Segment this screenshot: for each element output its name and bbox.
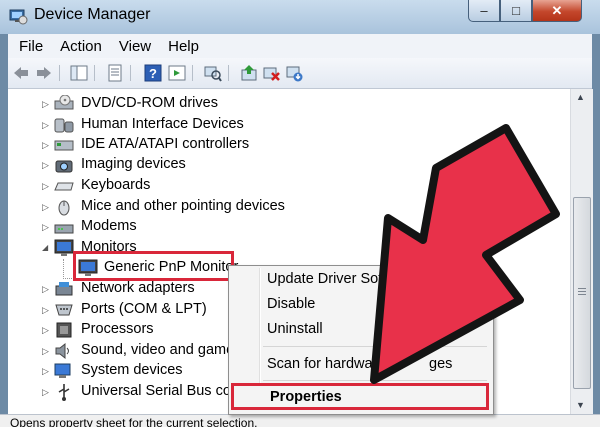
scrollbar-thumb[interactable] bbox=[573, 197, 591, 389]
vertical-scrollbar[interactable]: ▲ ▼ bbox=[570, 89, 593, 414]
tree-item-mice[interactable]: ▷ Mice and other pointing devices bbox=[8, 197, 568, 217]
expand-arrow-icon[interactable]: ▷ bbox=[42, 222, 49, 233]
toolbar-separator bbox=[130, 65, 131, 81]
expand-arrow-icon[interactable]: ▷ bbox=[42, 387, 49, 398]
svg-text:?: ? bbox=[149, 66, 157, 81]
ide-controller-icon bbox=[54, 140, 74, 151]
usb-icon bbox=[58, 384, 70, 401]
menu-item-disable[interactable]: Disable bbox=[267, 296, 315, 312]
tree-item-label: Keyboards bbox=[81, 177, 151, 193]
expand-arrow-icon[interactable]: ▷ bbox=[42, 140, 49, 151]
menu-separator bbox=[263, 346, 487, 347]
expand-arrow-icon[interactable]: ▷ bbox=[42, 325, 49, 336]
tree-item-label: Universal Serial Bus cont bbox=[81, 383, 243, 399]
console-tree-icon[interactable] bbox=[70, 64, 88, 82]
tree-item-keyboards[interactable]: ▷ Keyboards bbox=[8, 176, 568, 196]
tree-item-label: Imaging devices bbox=[81, 156, 186, 172]
selection-highlight-box bbox=[73, 251, 234, 281]
modem-icon bbox=[54, 224, 74, 234]
system-devices-icon bbox=[54, 363, 71, 378]
menu-separator bbox=[263, 380, 487, 381]
device-manager-window: Device Manager – □ ✕ File Action View He… bbox=[0, 0, 600, 427]
tree-item-hid[interactable]: ▷ Human Interface Devices bbox=[8, 115, 568, 135]
uninstall-icon[interactable] bbox=[262, 64, 280, 82]
action-pane-icon[interactable] bbox=[168, 64, 186, 82]
maximize-button[interactable]: □ bbox=[500, 0, 532, 22]
expand-arrow-icon[interactable]: ▷ bbox=[42, 160, 49, 171]
properties-highlight-box[interactable]: Properties bbox=[231, 383, 489, 410]
expand-arrow-icon[interactable]: ▷ bbox=[42, 181, 49, 192]
mouse-icon bbox=[58, 200, 70, 216]
keyboard-icon bbox=[54, 182, 74, 191]
toolbar-separator bbox=[192, 65, 193, 81]
expand-arrow-icon[interactable]: ▷ bbox=[42, 99, 49, 110]
expand-arrow-icon[interactable]: ▷ bbox=[42, 284, 49, 295]
title-bar[interactable]: Device Manager – □ ✕ bbox=[0, 0, 600, 34]
menu-file[interactable]: File bbox=[19, 38, 43, 55]
update-driver-icon[interactable] bbox=[240, 64, 258, 82]
menu-view[interactable]: View bbox=[119, 38, 151, 55]
menu-item-uninstall[interactable]: Uninstall bbox=[267, 321, 323, 337]
toolbar-separator bbox=[59, 65, 60, 81]
status-bar: Opens property sheet for the current sel… bbox=[0, 414, 600, 427]
network-adapter-icon bbox=[55, 282, 73, 296]
menu-help[interactable]: Help bbox=[168, 38, 199, 55]
expand-arrow-icon[interactable]: ▷ bbox=[42, 305, 49, 316]
tree-item-modems[interactable]: ▷ Modems bbox=[8, 217, 568, 237]
toolbar-separator bbox=[94, 65, 95, 81]
scan-hardware-icon[interactable] bbox=[204, 64, 222, 82]
toolbar-separator bbox=[228, 65, 229, 81]
speaker-icon bbox=[55, 342, 69, 360]
tree-item-label: IDE ATA/ATAPI controllers bbox=[81, 136, 250, 152]
scroll-up-icon[interactable]: ▲ bbox=[576, 92, 585, 102]
forward-arrow-icon[interactable] bbox=[35, 64, 53, 82]
properties-icon[interactable] bbox=[106, 64, 124, 82]
window-title: Device Manager bbox=[34, 6, 151, 23]
context-menu: Update Driver Softwa Disable Uninstall S… bbox=[228, 265, 494, 415]
port-icon bbox=[55, 304, 73, 316]
tree-item-label: Sound, video and game bbox=[81, 342, 235, 358]
menu-action[interactable]: Action bbox=[60, 38, 102, 55]
tree-item-label: DVD/CD-ROM drives bbox=[81, 95, 218, 111]
processor-icon bbox=[56, 322, 72, 338]
scroll-down-icon[interactable]: ▼ bbox=[576, 400, 585, 410]
disable-icon[interactable] bbox=[285, 64, 303, 82]
tree-item-label: Human Interface Devices bbox=[81, 116, 244, 132]
hid-icon bbox=[54, 118, 74, 133]
menu-bar: File Action View Help bbox=[8, 34, 592, 58]
menu-item-properties[interactable]: Properties bbox=[270, 389, 342, 405]
tree-item-label: Network adapters bbox=[81, 280, 195, 296]
minimize-button[interactable]: – bbox=[468, 0, 500, 22]
tree-item-label: Processors bbox=[81, 321, 154, 337]
dvd-drive-icon bbox=[54, 95, 74, 110]
tree-item-label: System devices bbox=[81, 362, 183, 378]
menu-item-update-driver[interactable]: Update Driver Softwa bbox=[267, 271, 405, 287]
tree-item-label: Mice and other pointing devices bbox=[81, 198, 285, 214]
camera-icon bbox=[55, 160, 73, 173]
toolbar: ? bbox=[8, 58, 592, 89]
menu-item-scan-hardware[interactable]: Scan for hardware bbox=[267, 356, 385, 372]
tree-item-imaging[interactable]: ▷ Imaging devices bbox=[8, 155, 568, 175]
back-arrow-icon[interactable] bbox=[12, 64, 30, 82]
help-icon[interactable]: ? bbox=[144, 64, 162, 82]
menu-item-scan-hardware-tail: ges bbox=[429, 356, 453, 372]
collapse-arrow-icon[interactable]: ◢ bbox=[42, 243, 48, 252]
tree-item-label: Modems bbox=[81, 218, 137, 234]
tree-item-label: Ports (COM & LPT) bbox=[81, 301, 207, 317]
expand-arrow-icon[interactable]: ▷ bbox=[42, 120, 49, 131]
window-controls: – □ ✕ bbox=[468, 0, 582, 22]
expand-arrow-icon[interactable]: ▷ bbox=[42, 346, 49, 357]
expand-arrow-icon[interactable]: ▷ bbox=[42, 366, 49, 377]
close-button[interactable]: ✕ bbox=[532, 0, 582, 22]
monitor-icon bbox=[54, 239, 74, 256]
tree-item-dvd[interactable]: ▷ DVD/CD-ROM drives bbox=[8, 94, 568, 114]
device-manager-icon bbox=[9, 9, 28, 25]
tree-item-ide[interactable]: ▷ IDE ATA/ATAPI controllers bbox=[8, 135, 568, 155]
expand-arrow-icon[interactable]: ▷ bbox=[42, 202, 49, 213]
